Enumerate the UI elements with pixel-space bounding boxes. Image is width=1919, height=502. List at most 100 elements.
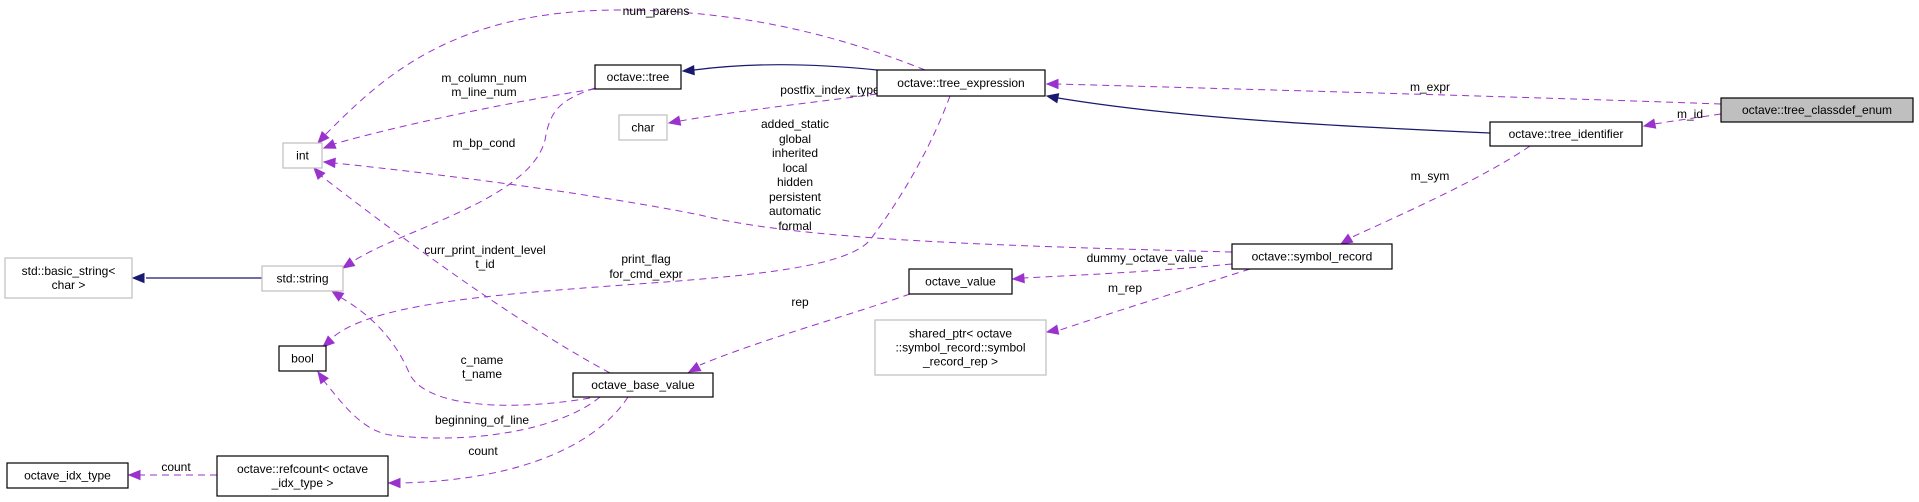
edge-label: count	[161, 460, 191, 474]
node-label: octave_idx_type	[24, 469, 111, 483]
edge-label: hidden	[777, 175, 813, 189]
edge-label: num_parens	[623, 4, 690, 18]
node-label: octave_base_value	[591, 378, 695, 392]
node-tree-identifier[interactable]: octave::tree_identifier	[1489, 121, 1643, 147]
node-label: octave::tree_classdef_enum	[1742, 103, 1892, 117]
arrowhead-icon	[322, 157, 336, 169]
edge-label: automatic	[769, 204, 821, 218]
edge-tree-expression-to-tree-classdef-enum: m_expr	[1045, 78, 1722, 105]
edge-label: for_cmd_expr	[609, 267, 682, 281]
usage-line	[322, 379, 601, 439]
edge-label: c_name	[461, 353, 504, 367]
edge-tree-to-tree-expression	[681, 64, 878, 76]
edge-label: print_flag	[621, 252, 670, 266]
edge-label: t_name	[462, 367, 502, 381]
edge-label: local	[783, 161, 808, 175]
arrowhead-icon	[341, 257, 356, 269]
arrowhead-icon	[317, 370, 330, 385]
usage-line	[319, 174, 611, 374]
node-label: octave::tree_identifier	[1509, 127, 1624, 141]
edge-label: rep	[791, 295, 809, 309]
edge-label: m_bp_cond	[453, 136, 516, 150]
edge-refcount-to-octave-base-value: count	[387, 396, 629, 489]
edge-label: m_line_num	[451, 85, 516, 99]
edge-symbol-record-to-tree-identifier: m_sym	[1339, 145, 1531, 245]
usage-line	[1059, 268, 1251, 331]
edge-std-string-to-octave-base-value: c_namet_name	[330, 290, 591, 406]
node-shared-ptr[interactable]: shared_ptr< octave::symbol_record::symbo…	[874, 319, 1047, 376]
edge-label: t_id	[475, 257, 494, 271]
node-label: octave::tree	[607, 70, 670, 84]
edge-label: added_static	[761, 117, 829, 131]
usage-line	[1056, 83, 1722, 105]
edge-label: m_rep	[1108, 281, 1142, 295]
node-label: shared_ptr< octave	[909, 327, 1012, 341]
arrowhead-icon	[127, 469, 141, 481]
edge-label: global	[779, 132, 811, 146]
node-label: char	[631, 121, 654, 135]
arrowhead-icon	[1045, 324, 1060, 335]
node-tree-expression[interactable]: octave::tree_expression	[876, 69, 1046, 97]
edge-tree-expression-to-tree-identifier	[1045, 93, 1491, 134]
edge-int-to-octave-base-value: curr_print_indent_levelt_id	[313, 167, 611, 374]
node-label: bool	[291, 352, 314, 366]
collaboration-graph: m_expr m_id num_parens postfix_index_typepr…	[4, 4, 1914, 497]
inheritance-line	[693, 64, 878, 71]
node-octave-value[interactable]: octave_value	[908, 268, 1013, 295]
edge-label: dummy_octave_value	[1087, 251, 1204, 265]
edge-label: m_expr	[1410, 80, 1450, 94]
edge-std-string-to-tree: m_bp_cond	[341, 87, 596, 269]
usage-line	[339, 296, 591, 406]
node-tree-classdef-enum[interactable]: octave::tree_classdef_enum	[1720, 97, 1914, 123]
node-label: octave::tree_expression	[897, 76, 1024, 90]
edge-label: postfix_index_type	[780, 83, 880, 97]
usage-line	[1023, 263, 1233, 279]
edge-label: beginning_of_line	[435, 413, 529, 427]
node-label: octave_value	[925, 275, 996, 289]
node-octave-base-value[interactable]: octave_base_value	[572, 372, 714, 398]
arrowhead-icon	[322, 138, 337, 149]
edge-label: count	[468, 444, 498, 458]
nodes-layer: octave::tree_classdef_enum octave::tree_e…	[4, 64, 1914, 497]
edge-label: m_id	[1677, 107, 1703, 121]
node-label: ::symbol_record::symbol	[895, 341, 1025, 355]
arrowhead-icon	[667, 115, 682, 126]
edge-label: inherited	[772, 146, 818, 160]
arrowhead-icon	[387, 477, 401, 489]
node-label: octave::symbol_record	[1252, 250, 1373, 264]
edge-label: curr_print_indent_level	[424, 243, 545, 257]
node-label: int	[296, 149, 309, 163]
arrowhead-icon	[322, 335, 336, 348]
edge-shared-ptr-to-symbol-record: m_rep	[1045, 268, 1251, 335]
node-label: _record_rep >	[922, 355, 998, 369]
arrowhead-icon	[330, 290, 345, 302]
node-label: std::basic_string<	[22, 264, 116, 278]
arrowhead-icon	[313, 167, 326, 181]
arrowhead-icon	[1011, 272, 1025, 284]
node-label: std::string	[276, 272, 328, 286]
usage-line	[351, 87, 596, 263]
arrowhead-icon	[131, 272, 145, 284]
node-label: _idx_type >	[271, 476, 334, 490]
edge-label: formal	[778, 219, 811, 233]
node-octave-idx-type[interactable]: octave_idx_type	[6, 462, 129, 489]
arrowhead-icon	[1045, 78, 1059, 90]
edge-bool-to-octave-base-value: beginning_of_line	[317, 370, 601, 439]
arrowhead-icon	[1045, 93, 1060, 104]
edge-octave-value-to-symbol-record: dummy_octave_value	[1011, 251, 1233, 284]
edge-tree-identifier-to-tree-classdef-enum: m_id	[1642, 107, 1722, 129]
arrowhead-icon	[687, 361, 702, 373]
node-label: char >	[52, 278, 86, 292]
node-label: octave::refcount< octave	[237, 462, 368, 476]
node-refcount[interactable]: octave::refcount< octave_idx_type >	[216, 455, 389, 497]
node-bool[interactable]: bool	[278, 345, 327, 372]
node-tree[interactable]: octave::tree	[594, 64, 682, 90]
edge-octave-idx-type-to-refcount: count	[127, 460, 217, 481]
edge-label: persistent	[769, 190, 822, 204]
node-int[interactable]: int	[282, 142, 323, 169]
usage-line	[399, 396, 629, 484]
node-basic-string[interactable]: std::basic_string<char >	[4, 257, 133, 299]
node-std-string[interactable]: std::string	[261, 265, 344, 292]
node-char[interactable]: char	[618, 114, 668, 141]
node-symbol-record[interactable]: octave::symbol_record	[1231, 243, 1393, 270]
